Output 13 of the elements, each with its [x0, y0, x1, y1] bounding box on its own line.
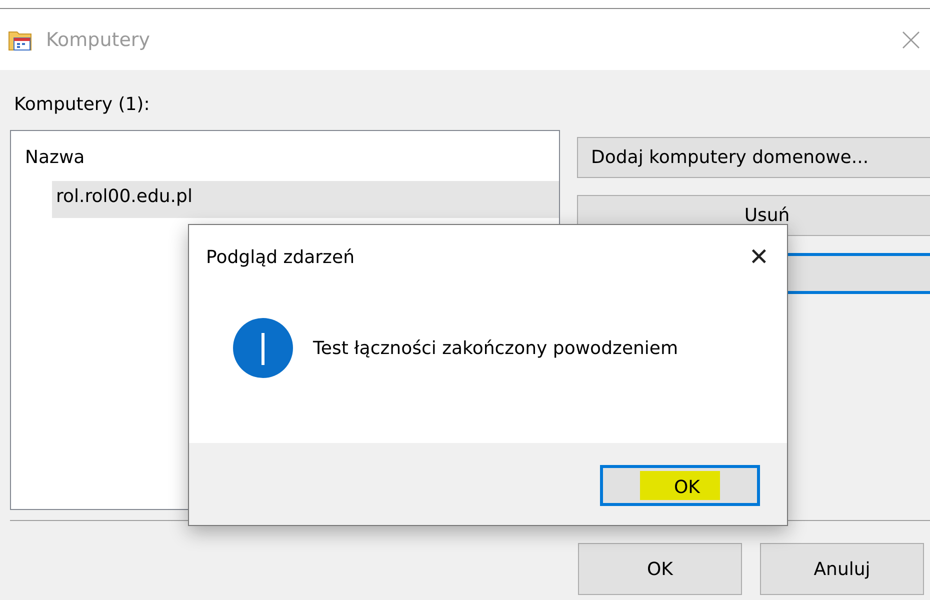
footer-button[interactable]: Anuluj [760, 543, 924, 595]
close-icon[interactable] [902, 30, 920, 48]
column-header[interactable]: Nazwa [11, 131, 559, 181]
close-button[interactable]: ✕ [748, 243, 769, 271]
list-label: Komputery (1): [13, 93, 151, 117]
info-icon [233, 318, 293, 378]
footer-button[interactable]: OK [578, 543, 742, 595]
dialog-title: Podgląd zdarzeń [206, 246, 354, 268]
message-text: Test łączności zakończony powodzeniem [313, 338, 678, 358]
list-item[interactable]: rol.rol00.edu.pl [52, 181, 559, 218]
side-button[interactable]: Dodaj komputery domenowe... [577, 137, 930, 178]
window-title: Komputery [46, 28, 150, 50]
ok-button[interactable]: OK [600, 465, 760, 506]
